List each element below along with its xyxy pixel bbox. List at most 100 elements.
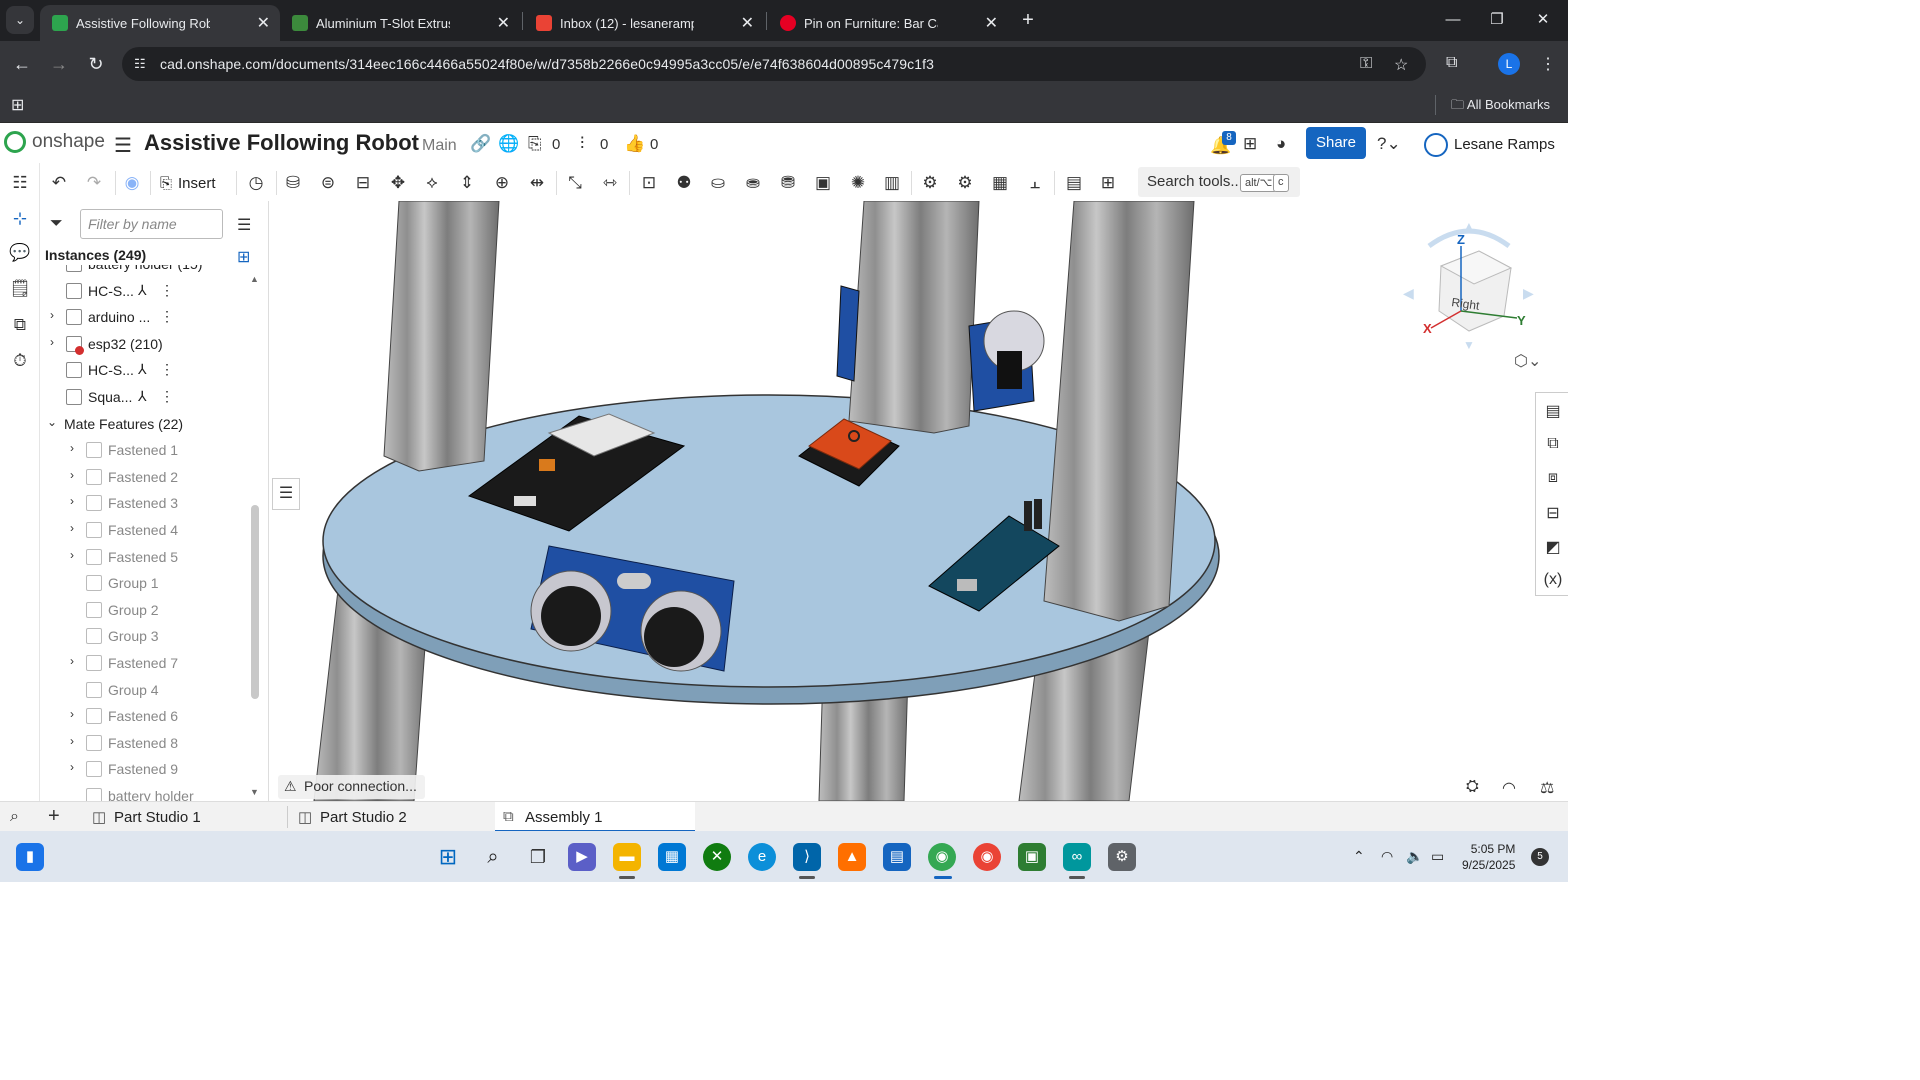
- wifi-icon[interactable]: ◠: [1381, 848, 1393, 865]
- parallel-mate-icon[interactable]: ⇹: [526, 172, 548, 194]
- chevron-down-icon[interactable]: ⌄: [46, 415, 58, 429]
- scroll-up-icon[interactable]: ▲: [250, 274, 259, 284]
- tab-search-button[interactable]: ⌄: [6, 6, 34, 34]
- chevron-right-icon[interactable]: ›: [66, 654, 78, 668]
- rotate-right-icon[interactable]: ▶: [1523, 285, 1534, 301]
- document-title[interactable]: Assistive Following Robot: [144, 130, 419, 156]
- section-view-icon[interactable]: ◠: [1502, 778, 1516, 798]
- close-tab-icon[interactable]: ✕: [985, 13, 998, 33]
- tree-row[interactable]: › Fastened 2: [40, 464, 254, 490]
- settings-gear-icon[interactable]: ⚙: [919, 172, 941, 194]
- motion-gear-icon[interactable]: ⚙: [954, 172, 976, 194]
- slider-mate-icon[interactable]: ⊟: [352, 172, 374, 194]
- section-icon[interactable]: ⫠: [1024, 172, 1046, 194]
- search-icon[interactable]: ⌕: [479, 843, 507, 871]
- apps-grid-icon[interactable]: ⊞: [11, 95, 24, 115]
- chevron-right-icon[interactable]: ›: [66, 441, 78, 455]
- insert-button[interactable]: ⎘ Insert: [160, 170, 216, 196]
- render-mode-icon[interactable]: ⛭: [1466, 778, 1479, 796]
- more-options-icon[interactable]: ⋮: [160, 282, 174, 299]
- planar-mate-icon[interactable]: ✥: [387, 172, 409, 194]
- instances-icon[interactable]: ⊹: [9, 209, 31, 231]
- tab-manager-search-icon[interactable]: ⌕: [10, 808, 19, 826]
- task-view-icon[interactable]: ❐: [524, 843, 552, 871]
- like-thumb-icon[interactable]: 👍: [624, 134, 645, 154]
- chevron-right-icon[interactable]: ›: [46, 308, 58, 322]
- volume-icon[interactable]: 🔈: [1406, 848, 1423, 865]
- configurations-icon[interactable]: ◩: [1542, 537, 1564, 559]
- linear-relation-icon[interactable]: ▣: [812, 172, 834, 194]
- group-icon[interactable]: ⊡: [638, 172, 660, 194]
- share-button[interactable]: Share: [1306, 127, 1366, 159]
- extensions-icon[interactable]: ⧉: [1446, 54, 1457, 72]
- mate-connector-icon[interactable]: ⚉: [673, 172, 695, 194]
- password-key-icon[interactable]: ⚿: [1360, 55, 1372, 73]
- tangent-mate-icon[interactable]: ⤡: [564, 172, 586, 194]
- list-view-icon[interactable]: ☰: [237, 215, 251, 235]
- branches-icon[interactable]: ⫶: [580, 134, 584, 154]
- user-avatar-icon[interactable]: [1424, 133, 1448, 157]
- versions-icon[interactable]: ⎘: [528, 134, 542, 154]
- chevron-right-icon[interactable]: ›: [66, 760, 78, 774]
- file-explorer-icon[interactable]: ▬: [613, 843, 641, 871]
- tree-row[interactable]: › Fastened 8: [40, 730, 254, 756]
- simulation-icon[interactable]: ⊞: [1097, 172, 1119, 194]
- mate-connector-icon[interactable]: ⅄: [138, 282, 147, 299]
- history-timer-icon[interactable]: ⏱: [9, 351, 31, 373]
- chrome-profile-icon[interactable]: ◉: [973, 843, 1001, 871]
- teams-icon[interactable]: ▶: [568, 843, 596, 871]
- battery-icon[interactable]: ▭: [1431, 848, 1444, 865]
- parts-icon[interactable]: ⧉: [9, 315, 31, 337]
- rotate-left-icon[interactable]: ◀: [1403, 285, 1414, 301]
- tree-row[interactable]: HC-S... ⅄ ⋮: [40, 357, 254, 383]
- view-options-cube-icon[interactable]: ⬡⌄: [1514, 351, 1541, 371]
- measure-icon[interactable]: ▦: [989, 172, 1011, 194]
- clock[interactable]: 5:05 PM 9/25/2025: [1462, 841, 1515, 873]
- vscode-icon[interactable]: ⟩: [793, 843, 821, 871]
- link-icon[interactable]: 🔗: [470, 134, 491, 154]
- all-bookmarks-button[interactable]: 🗀 All Bookmarks: [1451, 96, 1550, 118]
- app-store-icon[interactable]: ⊞: [1243, 134, 1257, 154]
- filter-by-name-input[interactable]: [80, 209, 223, 239]
- tab-part-studio-1[interactable]: ◫ Part Studio 1: [84, 802, 284, 832]
- tree-row[interactable]: HC-S... ⅄ ⋮: [40, 278, 254, 304]
- tree-row[interactable]: › Fastened 6: [40, 703, 254, 729]
- replicate-icon[interactable]: ◷: [245, 172, 267, 194]
- upper-extrusion[interactable]: [848, 201, 980, 434]
- chevron-right-icon[interactable]: ›: [66, 707, 78, 721]
- arduino-ide-icon[interactable]: ∞: [1063, 843, 1091, 871]
- notes-icon[interactable]: 🗒: [9, 279, 31, 301]
- panel-scrollbar-thumb[interactable]: [251, 505, 259, 699]
- notepad-icon[interactable]: ▤: [883, 843, 911, 871]
- tree-row[interactable]: Group 1: [40, 570, 254, 596]
- tree-row[interactable]: Squa... ⅄ ⋮: [40, 384, 254, 410]
- mate-values-icon[interactable]: ⧈: [1542, 469, 1564, 491]
- upper-extrusion[interactable]: [383, 201, 500, 472]
- view-cube[interactable]: Z X Y Right ◀ ▶ ▲ ▼: [1399, 216, 1539, 351]
- fastened-mate-icon[interactable]: ⛁: [282, 172, 304, 194]
- mate-connector-icon[interactable]: ⅄: [138, 388, 147, 405]
- tab-assembly-1[interactable]: ⧉ Assembly 1: [495, 802, 695, 832]
- rotate-down-icon[interactable]: ▼: [1463, 338, 1475, 351]
- minimize-icon[interactable]: —: [1430, 6, 1476, 34]
- chevron-right-icon[interactable]: ›: [66, 521, 78, 535]
- variables-icon[interactable]: (x): [1542, 571, 1564, 593]
- onshape-logo[interactable]: onshape: [4, 131, 105, 153]
- chevron-right-icon[interactable]: ›: [46, 265, 58, 269]
- tree-row[interactable]: Group 2: [40, 597, 254, 623]
- chevron-right-icon[interactable]: ›: [66, 494, 78, 508]
- store-icon[interactable]: ▦: [658, 843, 686, 871]
- public-globe-icon[interactable]: 🌐: [498, 134, 519, 154]
- upper-extrusion[interactable]: [1043, 201, 1195, 622]
- tree-row[interactable]: › Fastened 5: [40, 544, 254, 570]
- scroll-down-icon[interactable]: ▼: [250, 787, 259, 797]
- screw-relation-icon[interactable]: ⛃: [777, 172, 799, 194]
- gear-relation-icon[interactable]: ⛀: [707, 172, 729, 194]
- profile-avatar[interactable]: L: [1498, 53, 1520, 75]
- bookmark-star-icon[interactable]: ☆: [1394, 55, 1408, 75]
- tab-part-studio-2[interactable]: ◫ Part Studio 2: [290, 802, 490, 832]
- chevron-right-icon[interactable]: ›: [66, 468, 78, 482]
- add-folder-icon[interactable]: ⊞: [237, 247, 250, 267]
- tree-row[interactable]: › Fastened 4: [40, 517, 254, 543]
- omnibox[interactable]: ☷ cad.onshape.com/documents/314eec166c44…: [122, 47, 1426, 81]
